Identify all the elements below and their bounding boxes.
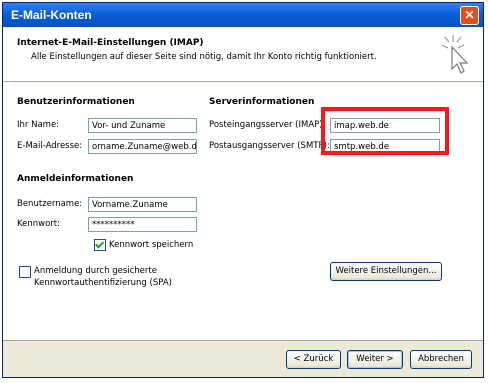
email-label: E-Mail-Adresse: [17,141,83,151]
server-info-heading: Serverinformationen [209,97,315,107]
username-label: Benutzername: [17,199,83,209]
user-info-heading: Benutzerinformationen [17,97,135,107]
spa-label-line1: Anmeldung durch gesicherte [34,266,157,276]
outgoing-server-label: Postausgangsserver (SMTP): [209,141,330,151]
cursor-click-icon [441,35,469,74]
password-label: Kennwort: [17,219,60,229]
back-button[interactable]: < Zurück [286,350,341,369]
window-title: E-Mail-Konten [11,8,92,22]
password-input[interactable]: ********** [88,217,197,232]
name-input[interactable]: Vor- und Zuname [88,118,197,133]
more-settings-button[interactable]: Weitere Einstellungen... [330,262,442,281]
close-icon: ✕ [464,8,475,22]
email-accounts-window: E-Mail-Konten ✕ Internet-E-Mail-Einstell… [2,2,484,378]
incoming-server-label: Posteingangsserver (IMAP): [209,120,326,130]
spa-checkbox[interactable] [19,266,31,278]
close-button[interactable]: ✕ [460,6,479,25]
login-info-heading: Anmeldeinformationen [17,174,134,184]
username-input[interactable]: Vorname.Zuname [88,197,197,212]
server-highlight-box [321,107,449,155]
next-button[interactable]: Weiter > [347,350,403,369]
title-bar: E-Mail-Konten ✕ [3,3,483,27]
cancel-button[interactable]: Abbrechen [410,350,472,369]
email-input[interactable]: orname.Zuname@web.de [88,139,197,154]
header-subtitle: Alle Einstellungen auf dieser Seite sind… [31,52,377,62]
name-label: Ihr Name: [17,120,60,130]
header-title: Internet-E-Mail-Einstellungen (IMAP) [17,38,204,48]
save-password-checkbox[interactable] [94,239,106,251]
spa-label-line2: Kennwortauthentifizierung (SPA) [34,278,172,288]
wizard-header: Internet-E-Mail-Einstellungen (IMAP) All… [3,27,483,82]
save-password-label: Kennwort speichern [109,240,194,250]
